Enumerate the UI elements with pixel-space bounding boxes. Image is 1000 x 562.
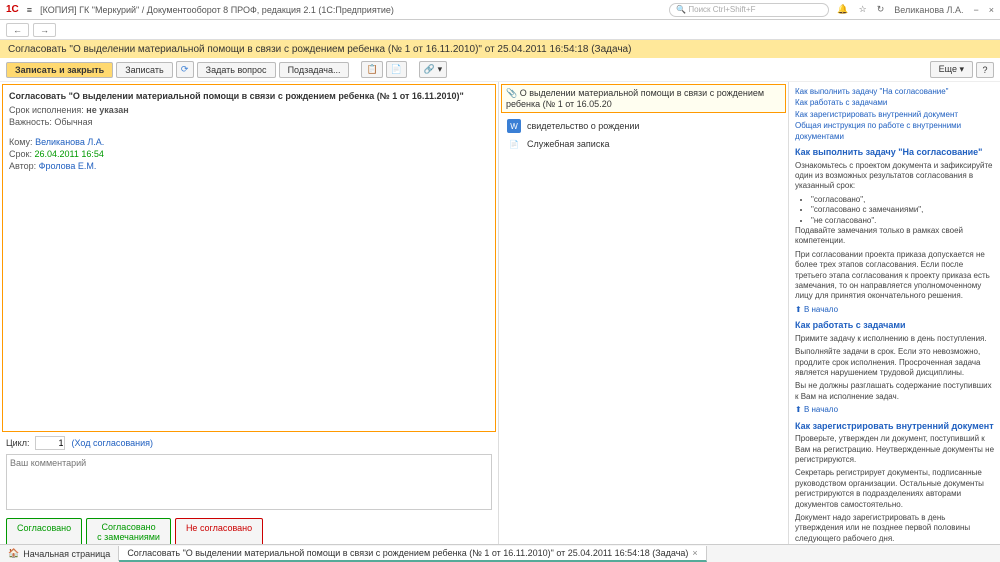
refresh-icon[interactable]: ⟳	[176, 61, 194, 78]
attach-icon[interactable]: 🔗 ▾	[419, 61, 447, 78]
search-input[interactable]: 🔍 Поиск Ctrl+Shift+F	[669, 3, 829, 17]
close-icon[interactable]: ×	[989, 5, 994, 15]
app-logo: 1C	[6, 4, 19, 15]
list-item[interactable]: Wсвидетельство о рождении	[503, 117, 784, 135]
save-button[interactable]: Записать	[116, 62, 172, 78]
to-top-link[interactable]: ⬆ В начало	[795, 405, 994, 415]
ask-button[interactable]: Задать вопрос	[197, 62, 276, 78]
subtask-button[interactable]: Подзадача...	[279, 62, 350, 78]
attachment-header[interactable]: 📎 О выделении материальной помощи в связ…	[501, 84, 786, 113]
doc-icon: W	[507, 119, 521, 133]
cycle-input[interactable]	[35, 436, 65, 450]
forward-button[interactable]: →	[33, 23, 56, 37]
help-toc-link[interactable]: Как работать с задачами	[795, 98, 994, 108]
to-top-link[interactable]: ⬆ В начало	[795, 305, 994, 315]
comment-textarea[interactable]	[6, 454, 492, 510]
approval-progress-link[interactable]: (Ход согласования)	[71, 438, 153, 448]
cycle-label: Цикл:	[6, 438, 29, 448]
bell-icon[interactable]: 🔔	[837, 4, 848, 15]
help-icon[interactable]: ?	[976, 62, 994, 78]
tool-icon-2[interactable]: 📄	[386, 61, 407, 78]
document-title: Согласовать "О выделении материальной по…	[0, 40, 1000, 58]
help-toc-link[interactable]: Общая инструкция по работе с внутренними…	[795, 121, 994, 142]
menu-icon[interactable]: ≡	[27, 5, 32, 15]
app-title: [КОПИЯ] ГК "Меркурий" / Документооборот …	[40, 5, 661, 15]
tool-icon-1[interactable]: 📋	[361, 61, 382, 78]
minimize-icon[interactable]: −	[973, 5, 978, 15]
help-panel: Как выполнить задачу "На согласование" К…	[788, 82, 1000, 552]
task-panel: Согласовать "О выделении материальной по…	[2, 84, 496, 432]
author-link[interactable]: Фролова Е.М.	[39, 161, 97, 171]
save-close-button[interactable]: Записать и закрыть	[6, 62, 113, 78]
user-name[interactable]: Великанова Л.А.	[894, 5, 963, 15]
task-title: Согласовать "О выделении материальной по…	[9, 91, 489, 101]
tab-home[interactable]: 🏠 Начальная страница	[0, 546, 119, 561]
assignee-link[interactable]: Великанова Л.А.	[35, 137, 104, 147]
list-item[interactable]: 📄Служебная записка	[503, 135, 784, 153]
help-toc-link[interactable]: Как зарегистрировать внутренний документ	[795, 110, 994, 120]
close-tab-icon[interactable]: ×	[692, 548, 697, 558]
help-toc-link[interactable]: Как выполнить задачу "На согласование"	[795, 87, 994, 97]
history-icon[interactable]: ↻	[877, 4, 885, 15]
more-button[interactable]: Еще ▾	[930, 61, 973, 78]
star-icon[interactable]: ☆	[859, 4, 867, 15]
back-button[interactable]: ←	[6, 23, 29, 37]
note-icon: 📄	[507, 137, 521, 151]
tab-document[interactable]: Согласовать "О выделении материальной по…	[119, 546, 706, 562]
